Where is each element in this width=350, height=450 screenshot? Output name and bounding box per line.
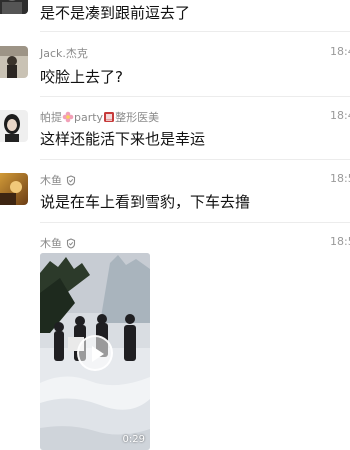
flower-icon: [62, 111, 74, 126]
divider: [40, 159, 350, 160]
timestamp: 18:4: [330, 109, 350, 122]
divider: [40, 222, 350, 223]
sender-name[interactable]: 木鱼: [40, 235, 76, 252]
verified-icon: [66, 238, 76, 252]
verified-icon: [66, 175, 76, 189]
sender-name-part: 木鱼: [40, 174, 62, 187]
play-icon[interactable]: [77, 335, 113, 371]
avatar[interactable]: [0, 173, 28, 205]
divider: [40, 31, 350, 32]
divider: [40, 96, 350, 97]
sender-name[interactable]: Jack.杰克: [40, 45, 88, 61]
avatar[interactable]: [0, 110, 28, 142]
sender-name-part: 整形医美: [115, 111, 160, 124]
sender-name-part: 帕提: [40, 111, 62, 124]
message-text: 这样还能活下来也是幸运: [40, 130, 206, 148]
timestamp: 18:4: [330, 45, 350, 58]
badge-icon: [103, 111, 115, 126]
message-text: 说是在车上看到雪豹，下车去撸: [40, 193, 251, 211]
sender-name[interactable]: 木鱼: [40, 172, 76, 189]
sender-name[interactable]: 帕提 party 整形医美: [40, 109, 159, 126]
timestamp: 18:5: [330, 235, 350, 248]
sender-name-part: party: [74, 111, 104, 124]
timestamp: 18:5: [330, 172, 350, 185]
sender-name-part: 木鱼: [40, 237, 62, 250]
video-thumbnail[interactable]: 0:29: [40, 253, 150, 450]
avatar[interactable]: [0, 0, 28, 14]
message-text: 是不是凑到跟前逗去了: [40, 4, 191, 22]
avatar[interactable]: [0, 46, 28, 78]
video-duration: 0:29: [122, 434, 145, 445]
message-text: 咬脸上去了?: [40, 68, 123, 86]
